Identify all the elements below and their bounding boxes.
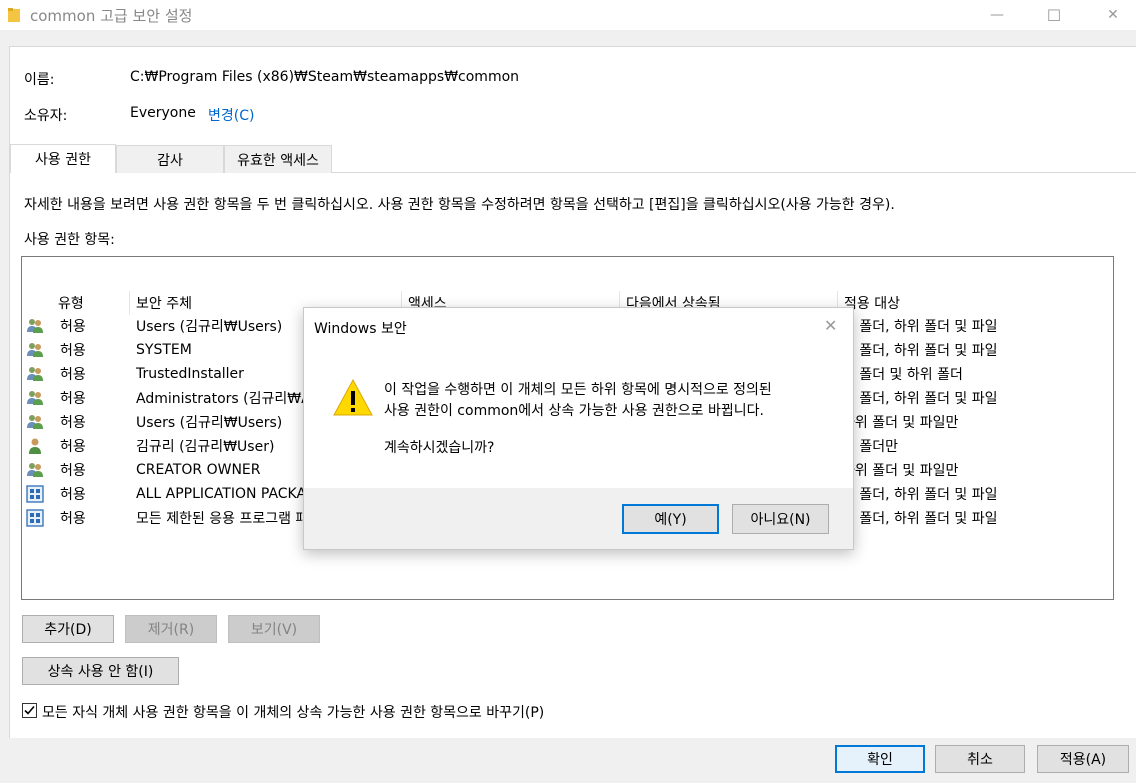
cell-type: 허용 — [60, 511, 86, 527]
view-button[interactable]: 보기(V) — [228, 615, 320, 643]
tab-permissions[interactable]: 사용 권한 — [10, 144, 116, 173]
checkmark-icon — [24, 705, 35, 715]
dialog-close-icon[interactable]: ✕ — [824, 316, 837, 335]
cell-type: 허용 — [60, 343, 86, 359]
cell-applies-to: 하위 폴더 및 파일만 — [842, 415, 959, 431]
warning-icon — [333, 378, 373, 416]
maximize-icon: ☐ — [1046, 5, 1062, 25]
windows-security-dialog: Windows 보안 ✕ 이 작업을 수행하면 이 개체의 모든 하위 항목에 … — [303, 307, 854, 550]
group-users-icon — [26, 389, 44, 407]
add-button[interactable]: 추가(D) — [22, 615, 114, 643]
cell-applies-to: 이 폴더만 — [842, 439, 898, 455]
name-value: C:₩Program Files (x86)₩Steam₩steamapps₩c… — [130, 69, 520, 85]
cell-applies-to: 이 폴더, 하위 폴더 및 파일 — [842, 343, 998, 359]
change-owner-link[interactable]: 변경(C) — [208, 105, 254, 125]
cell-type: 허용 — [60, 391, 86, 407]
group-users-icon — [26, 461, 44, 479]
cell-applies-to: 이 폴더, 하위 폴더 및 파일 — [842, 487, 998, 503]
cell-type: 허용 — [60, 463, 86, 479]
maximize-button[interactable]: ☐ — [1031, 0, 1077, 30]
tab-effective-access[interactable]: 유효한 액세스 — [224, 145, 332, 173]
minimize-button[interactable]: — — [974, 0, 1020, 30]
name-label: 이름: — [24, 72, 55, 88]
replace-child-permissions-label[interactable]: 모든 자식 개체 사용 권한 항목을 이 개체의 상속 가능한 사용 권한 항목… — [42, 702, 544, 722]
dialog-yes-button[interactable]: 예(Y) — [622, 504, 719, 534]
apply-button[interactable]: 적용(A) — [1037, 745, 1129, 773]
app-package-icon — [26, 485, 44, 503]
cell-type: 허용 — [60, 367, 86, 383]
dialog-message-line-2: 사용 권한이 common에서 상속 가능한 사용 권한으로 바뀝니다. — [384, 403, 764, 419]
owner-value: Everyone — [130, 105, 196, 121]
dialog-no-button[interactable]: 아니요(N) — [732, 504, 829, 534]
cell-type: 허용 — [60, 319, 86, 335]
column-header-type[interactable]: 유형 — [52, 291, 130, 315]
dialog-title: Windows 보안 — [314, 321, 407, 337]
instruction-text: 자세한 내용을 보려면 사용 권한 항목을 두 번 클릭하십시오. 사용 권한 … — [24, 197, 895, 213]
title-bar: common 고급 보안 설정 — ☐ ✕ — [0, 0, 1136, 30]
group-users-icon — [26, 413, 44, 431]
owner-label: 소유자: — [24, 108, 68, 124]
remove-button[interactable]: 제거(R) — [125, 615, 217, 643]
user-icon — [26, 437, 44, 455]
cell-applies-to: 이 폴더, 하위 폴더 및 파일 — [842, 391, 998, 407]
disable-inheritance-button[interactable]: 상속 사용 안 함(I) — [22, 657, 179, 685]
replace-child-permissions-checkbox[interactable] — [22, 703, 37, 718]
cell-type: 허용 — [60, 439, 86, 455]
dialog-question: 계속하시겠습니까? — [384, 440, 495, 456]
column-header-applies-to[interactable]: 적용 대상 — [838, 291, 1113, 315]
cell-applies-to: 이 폴더, 하위 폴더 및 파일 — [842, 511, 998, 527]
close-button[interactable]: ✕ — [1090, 0, 1136, 30]
group-users-icon — [26, 341, 44, 359]
dialog-message-line-1: 이 작업을 수행하면 이 개체의 모든 하위 항목에 명시적으로 정의된 — [384, 382, 772, 398]
group-users-icon — [26, 317, 44, 335]
app-package-icon — [26, 509, 44, 527]
cell-type: 허용 — [60, 487, 86, 503]
cancel-button[interactable]: 취소 — [935, 745, 1025, 773]
entries-label: 사용 권한 항목: — [24, 232, 115, 248]
close-icon: ✕ — [1107, 7, 1119, 23]
cell-applies-to: 이 폴더, 하위 폴더 및 파일 — [842, 319, 998, 335]
cell-applies-to: 이 폴더 및 하위 폴더 — [842, 367, 963, 383]
folder-icon — [8, 8, 20, 22]
window-title: common 고급 보안 설정 — [30, 7, 193, 25]
cell-applies-to: 하위 폴더 및 파일만 — [842, 463, 959, 479]
tab-auditing[interactable]: 감사 — [116, 145, 224, 173]
cell-type: 허용 — [60, 415, 86, 431]
group-users-icon — [26, 365, 44, 383]
minimize-icon: — — [990, 7, 1004, 23]
ok-button[interactable]: 확인 — [835, 745, 925, 773]
